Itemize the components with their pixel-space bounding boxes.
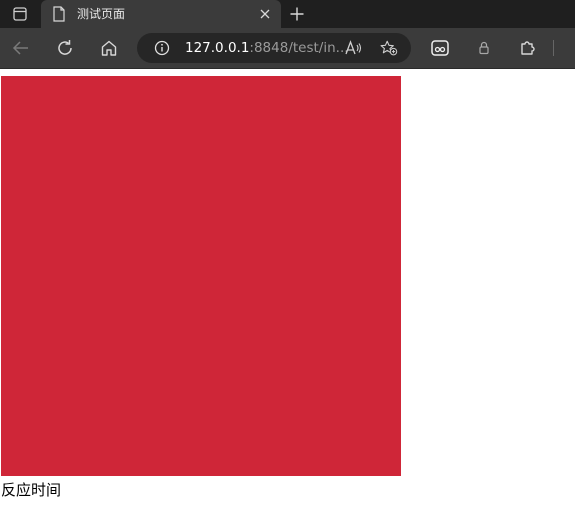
home-icon [100, 39, 118, 57]
back-button[interactable] [9, 36, 33, 60]
toolbar-divider [553, 40, 554, 56]
navigation-toolbar: 127.0.0.1:8848/test/in... [0, 28, 575, 69]
extension-button[interactable] [428, 36, 452, 60]
red-box[interactable] [1, 76, 401, 476]
lock-button[interactable] [472, 36, 496, 60]
info-icon[interactable] [153, 40, 171, 56]
page-icon [52, 6, 66, 22]
new-tab-button[interactable] [286, 3, 308, 25]
puzzle-icon [519, 39, 537, 57]
extensions-menu-button[interactable] [516, 36, 540, 60]
extension-icon [431, 40, 449, 56]
address-bar[interactable]: 127.0.0.1:8848/test/in... [137, 33, 411, 63]
refresh-button[interactable] [53, 36, 77, 60]
url-text[interactable]: 127.0.0.1:8848/test/in... [185, 40, 349, 56]
reaction-time-label: 反应时间 [1, 481, 62, 499]
tab-title: 测试页面 [77, 7, 126, 21]
lock-icon [478, 41, 490, 55]
browser-tab[interactable]: 测试页面 [41, 0, 281, 28]
home-button[interactable] [97, 36, 121, 60]
favorite-add-icon[interactable] [380, 40, 398, 56]
tab-actions-icon [13, 7, 27, 21]
close-icon [260, 9, 270, 19]
url-path: :8848/test/in... [249, 40, 349, 56]
tab-actions-button[interactable] [0, 0, 40, 28]
read-aloud-icon[interactable] [344, 40, 362, 56]
back-icon [12, 40, 30, 56]
tab-strip: 测试页面 [0, 0, 575, 28]
plus-icon [290, 7, 304, 21]
refresh-icon [56, 39, 74, 57]
url-host: 127.0.0.1 [185, 40, 250, 56]
close-tab-button[interactable] [257, 6, 273, 22]
